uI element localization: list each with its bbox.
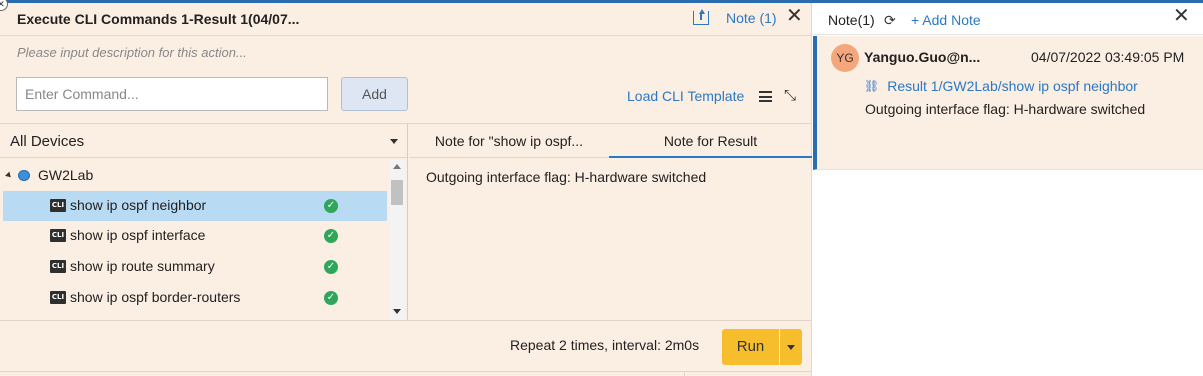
refresh-icon[interactable]: ⟳: [884, 12, 896, 29]
note-text: Outgoing interface flag: H-hardware swit…: [865, 101, 1146, 117]
tree-item-show-ip-ospf-neighbor[interactable]: CLI show ip ospf neighbor ✓: [3, 191, 387, 221]
notes-header: Note(1) ⟳ + Add Note ✕: [813, 3, 1203, 35]
menu-icon[interactable]: [759, 91, 772, 102]
add-button[interactable]: Add: [341, 77, 408, 111]
description-input[interactable]: Please input description for this action…: [17, 45, 247, 60]
note-timestamp: 04/07/2022 03:49:05 PM: [1031, 49, 1185, 65]
scroll-up-icon[interactable]: [393, 164, 401, 169]
tree-node-label: GW2Lab: [38, 167, 94, 183]
note-author: Yanguo.Guo@n...: [864, 49, 981, 65]
close-icon[interactable]: ✕: [786, 6, 803, 26]
load-cli-template-link[interactable]: Load CLI Template: [627, 88, 744, 104]
command-input[interactable]: [16, 77, 328, 111]
divider: [684, 371, 685, 376]
panel-title: Execute CLI Commands 1-Result 1(04/07...: [17, 11, 300, 27]
repeat-settings-text: Repeat 2 times, interval: 2m0s: [510, 337, 700, 353]
link-icon: ⛓: [864, 79, 880, 93]
tree-scrollbar[interactable]: [389, 160, 405, 320]
export-icon[interactable]: [693, 9, 709, 25]
device-group-icon: [18, 169, 30, 181]
tree-item-show-ip-route-summary[interactable]: CLI show ip route summary ✓: [3, 252, 387, 282]
check-icon: ✓: [324, 291, 338, 305]
collapse-icon[interactable]: ⤡: [784, 87, 796, 104]
note-content: Outgoing interface flag: H-hardware swit…: [426, 169, 707, 185]
tree-item-label: show ip ospf neighbor: [70, 197, 207, 213]
cli-icon: CLI: [50, 229, 66, 242]
tab-note-for-command[interactable]: Note for "show ip ospf...: [409, 124, 609, 158]
tree-item-label: show ip route summary: [70, 258, 215, 274]
panel-titlebar: Execute CLI Commands 1-Result 1(04/07...…: [0, 3, 812, 36]
device-filter-dropdown[interactable]: All Devices: [0, 124, 407, 158]
avatar: YG: [831, 44, 859, 72]
scrollbar-thumb[interactable]: [391, 180, 403, 205]
close-icon[interactable]: ✕: [1173, 6, 1190, 26]
tree-item-label: show ip ospf interface: [70, 227, 206, 243]
divider: [0, 371, 812, 372]
tree-node-gw2lab[interactable]: GW2Lab: [5, 167, 94, 183]
check-icon: ✓: [324, 260, 338, 274]
cli-icon: CLI: [50, 199, 66, 212]
tree-item-label: show ip ospf border-routers: [70, 289, 241, 305]
add-note-button[interactable]: + Add Note: [911, 12, 981, 28]
scroll-down-icon[interactable]: [393, 309, 401, 314]
chevron-down-icon[interactable]: [390, 139, 398, 144]
tree-item-show-ip-ospf-border-routers[interactable]: CLI show ip ospf border-routers ✓: [3, 283, 387, 313]
notes-side-panel: Note(1) ⟳ + Add Note ✕ YG Yanguo.Guo@n..…: [813, 3, 1203, 376]
tab-note-for-result[interactable]: Note for Result: [609, 124, 812, 158]
cli-icon: CLI: [50, 291, 66, 304]
run-options-dropdown[interactable]: [780, 329, 802, 365]
note-reference-label: Result 1/GW2Lab/show ip ospf neighbor: [887, 78, 1138, 94]
note-count: Note(1): [828, 12, 875, 28]
expand-icon[interactable]: [5, 171, 13, 179]
execute-cli-panel: ✕ Execute CLI Commands 1-Result 1(04/07.…: [0, 0, 812, 376]
check-icon: ✓: [324, 229, 338, 243]
notes-tabs-area: Note for "show ip ospf... Note for Resul…: [409, 124, 812, 320]
run-button[interactable]: Run: [722, 329, 779, 365]
device-tree: All Devices GW2Lab CLI show ip ospf neig…: [0, 124, 408, 320]
tree-item-show-ip-ospf-interface[interactable]: CLI show ip ospf interface ✓: [3, 221, 387, 251]
note-reference-link[interactable]: ⛓ Result 1/GW2Lab/show ip ospf neighbor: [864, 78, 1138, 94]
check-icon: ✓: [324, 199, 338, 213]
divider: [0, 320, 812, 321]
device-filter-label: All Devices: [10, 133, 85, 150]
note-link[interactable]: Note (1): [726, 10, 777, 26]
note-card[interactable]: YG Yanguo.Guo@n... 04/07/2022 03:49:05 P…: [813, 36, 1203, 170]
cli-icon: CLI: [50, 260, 66, 273]
